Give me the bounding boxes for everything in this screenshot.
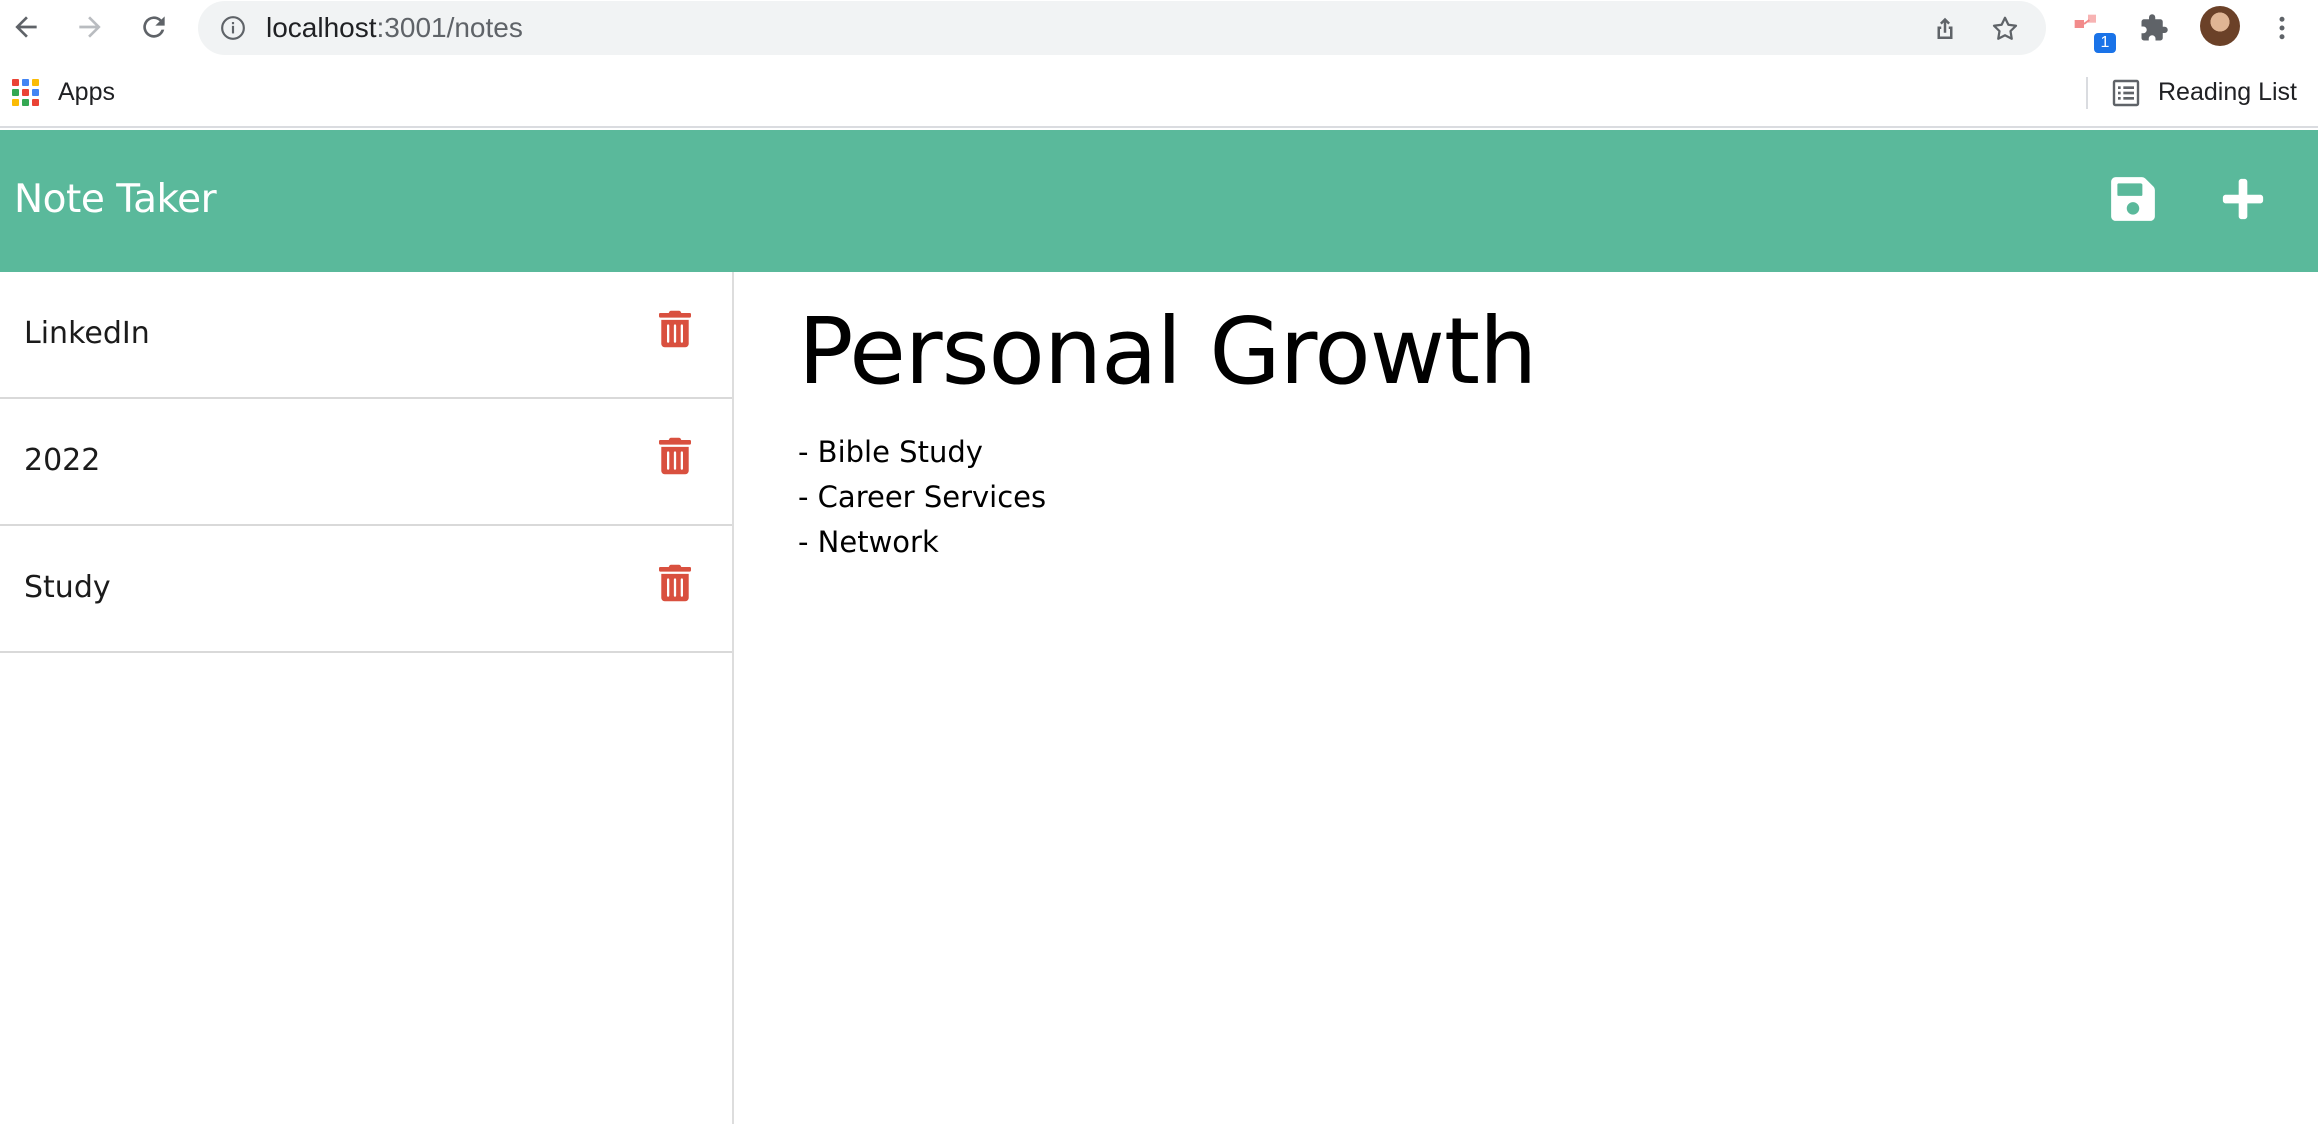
apps-bookmark[interactable]: Apps xyxy=(58,76,115,108)
save-icon[interactable] xyxy=(2110,174,2156,224)
note-list: LinkedIn 2022 Study xyxy=(0,272,734,1124)
note-list-item-title[interactable]: Study xyxy=(24,569,111,607)
reload-icon xyxy=(143,16,165,38)
reload-button[interactable] xyxy=(134,7,174,47)
profile-avatar[interactable] xyxy=(2200,6,2240,46)
forward-button[interactable] xyxy=(70,7,110,47)
reading-list-icon[interactable] xyxy=(2110,77,2142,109)
address-bar[interactable]: localhost:3001/notes xyxy=(198,1,2046,55)
info-icon[interactable] xyxy=(220,15,246,41)
arrow-right-icon xyxy=(79,16,101,38)
extensions-button[interactable] xyxy=(2134,8,2174,48)
note-list-item[interactable]: Study xyxy=(0,526,732,653)
menu-button[interactable] xyxy=(2262,8,2302,48)
note-list-item[interactable]: 2022 xyxy=(0,399,732,526)
trash-icon[interactable] xyxy=(659,436,691,476)
url-path: :3001/notes xyxy=(376,12,523,43)
reading-list-button[interactable]: Reading List xyxy=(2158,76,2297,108)
apps-grid-icon[interactable] xyxy=(12,79,39,106)
app-navbar: Note Taker xyxy=(0,130,2318,272)
kebab-menu-icon xyxy=(2279,16,2285,40)
extension-badge: 1 xyxy=(2094,33,2116,53)
browser-toolbar: localhost:3001/notes 1 xyxy=(0,0,2318,57)
back-button[interactable] xyxy=(6,7,46,47)
note-body-line: - Bible Study xyxy=(798,435,983,469)
bookmarks-divider xyxy=(2086,77,2088,109)
url-host: localhost xyxy=(266,12,377,43)
bookmarks-bar: Apps Reading List xyxy=(0,57,2318,128)
note-editor: Personal Growth - Bible Study - Career S… xyxy=(736,272,2318,1124)
star-icon[interactable] xyxy=(1990,14,2020,44)
app-title[interactable]: Note Taker xyxy=(14,176,217,224)
puzzle-icon xyxy=(2141,14,2168,41)
note-list-item-title[interactable]: LinkedIn xyxy=(24,315,150,353)
note-body-textarea[interactable]: - Bible Study - Career Services - Networ… xyxy=(798,430,1046,565)
note-title-input[interactable]: Personal Growth xyxy=(798,296,1537,408)
note-list-item[interactable]: LinkedIn xyxy=(0,272,732,399)
url-text[interactable]: localhost:3001/notes xyxy=(266,12,523,44)
arrow-left-icon xyxy=(15,16,37,38)
trash-icon[interactable] xyxy=(659,563,691,603)
plus-icon[interactable] xyxy=(2220,176,2266,222)
trash-icon[interactable] xyxy=(659,309,691,349)
note-body-line: - Network xyxy=(798,525,939,559)
note-body-line: - Career Services xyxy=(798,480,1047,514)
note-list-item-title[interactable]: 2022 xyxy=(24,442,100,480)
share-icon[interactable] xyxy=(1930,14,1960,44)
